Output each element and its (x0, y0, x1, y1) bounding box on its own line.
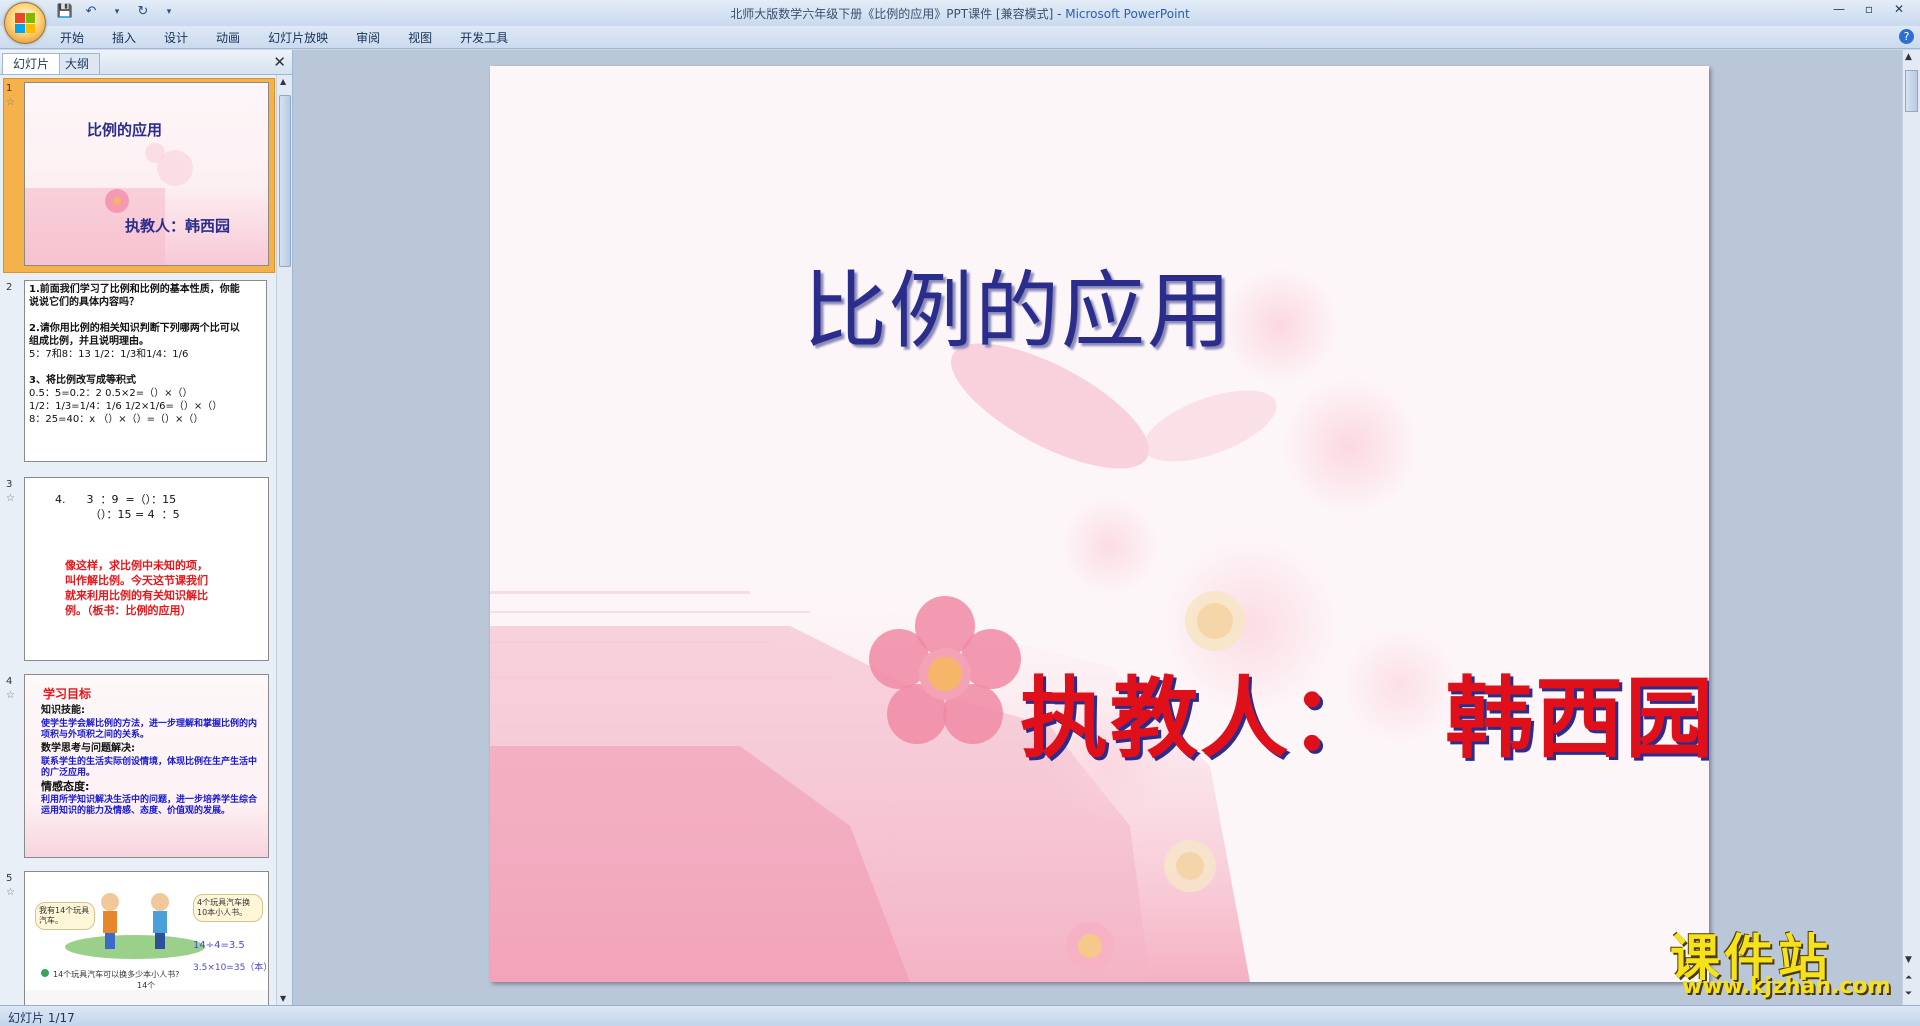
site-watermark: 课件站 www.kjzhan.com (1670, 918, 1900, 1004)
tab-home[interactable]: 开始 (60, 29, 84, 46)
thumb-4-heading: 学习目标 (43, 687, 92, 701)
pale-flower-2 (1164, 840, 1216, 892)
office-logo-icon (15, 13, 35, 33)
slide-number: 1 (6, 83, 13, 94)
thumbnail-canvas: 学习目标 知识技能: 使学生学会解比例的方法，进一步理解和掌握比例的内项积与外项… (24, 674, 269, 858)
thumbnail-list: 1 ☆ 比例的应用 执教人：韩西园 2 1.前面我们学习了比例和比例的基本性质，… (0, 75, 276, 1005)
thumb-2-line: 1/2：1/3=1/4：1/6 1/2×1/6=（）×（） (29, 401, 223, 412)
tab-animations[interactable]: 动画 (216, 29, 240, 46)
previous-slide-icon[interactable]: ⏶ (1905, 973, 1912, 983)
slide-scrollbar[interactable]: ▲ ▼ ⏶ ⏷ (1902, 50, 1920, 1005)
thumb-5-label: 14个 (137, 981, 156, 990)
thumb-3-red-line: 像这样，求比例中未知的项， (65, 559, 208, 572)
maximize-icon[interactable]: ▫ (1856, 2, 1882, 20)
thumb-4-section-heading: 情感态度: (41, 780, 90, 793)
tab-slides[interactable]: 幻灯片 (2, 53, 61, 74)
minimize-icon[interactable]: — (1826, 2, 1852, 20)
slide-counter: 幻灯片 1/17 (8, 1011, 75, 1025)
slide-editing-area: 比例的应用 执教人： 韩西园 (293, 50, 1903, 1005)
tab-outline[interactable]: 大纲 (54, 53, 101, 74)
thumb-5-equation-2: 3.5×10=35（本） (193, 963, 269, 973)
close-icon[interactable]: ✕ (1886, 2, 1912, 20)
thumb-4-section-text: 使学生学会解比例的方法，进一步理解和掌握比例的内项积与外项积之间的关系。 (41, 719, 258, 740)
transition-star-icon: ☆ (6, 97, 15, 108)
thumb-2-line (29, 361, 262, 374)
thumb-2-line: 组成比例，并且说明理由。 (29, 336, 149, 347)
thumb-3-red-line: 就来利用比例的有关知识解比 (65, 589, 208, 602)
status-bar: 幻灯片 1/17 (0, 1005, 1920, 1026)
thumbnail-canvas: 我有14个玩具汽车。 4个玩具汽车换10本小人书。 14÷4=3.5 3.5×1… (24, 871, 269, 1005)
thumb-4-section-text: 利用所学知识解决生活中的问题，进一步培养学生综合运用知识的能力及情感、态度、价值… (41, 795, 258, 816)
scrollbar-thumb[interactable] (279, 95, 291, 267)
slide-number: 3 (6, 479, 13, 490)
tab-design[interactable]: 设计 (164, 29, 188, 46)
pale-flower (1185, 591, 1245, 651)
ribbon-tab-list: 开始 插入 设计 动画 幻灯片放映 审阅 视图 开发工具 (60, 29, 508, 46)
pane-close-icon[interactable]: ✕ (273, 53, 286, 71)
bottom-flower (1066, 922, 1114, 970)
app-name: Microsoft PowerPoint (1065, 7, 1190, 21)
title-bar: 💾 ↶ ▾ ↻ ▾ 北师大版数学六年级下册《比例的应用》PPT课件 [兼容模式]… (0, 0, 1920, 26)
window-controls: — ▫ ✕ (1826, 2, 1912, 20)
thumb-2-line: 1.前面我们学习了比例和比例的基本性质，你能 (29, 284, 240, 295)
tab-slide-show[interactable]: 幻灯片放映 (268, 29, 328, 46)
thumb-5-question: 14个玩具汽车可以换多少本小人书? (53, 970, 180, 979)
transition-star-icon: ☆ (6, 493, 15, 504)
slide-number: 5 (6, 873, 13, 884)
thumb-4-section-heading: 知识技能: (41, 705, 85, 716)
slide-background-art (490, 266, 1460, 982)
thumb-1-title: 比例的应用 (87, 121, 163, 139)
slide-teacher[interactable]: 执教人： 韩西园 (1020, 648, 1709, 775)
office-button[interactable] (4, 2, 46, 44)
pane-scrollbar[interactable]: ▲ ▼ (276, 75, 292, 1005)
thumb-2-line: 说说它们的具体内容吗？ (29, 297, 139, 308)
thumb-2-line (29, 309, 262, 322)
tab-insert[interactable]: 插入 (112, 29, 136, 46)
transition-star-icon: ☆ (6, 690, 15, 701)
slide-title[interactable]: 比例的应用 (803, 244, 1233, 365)
thumbnail-canvas: 4. 3 ：9 =（）：15 （）：15 = 4 ：5 像这样，求比例中未知的项… (24, 477, 269, 661)
thumbnail-canvas: 比例的应用 执教人：韩西园 (24, 82, 269, 266)
ribbon-tabs: 开始 插入 设计 动画 幻灯片放映 审阅 视图 开发工具 ? (0, 26, 1920, 49)
next-slide-icon[interactable]: ⏷ (1905, 989, 1912, 999)
scroll-up-icon[interactable]: ▲ (1905, 52, 1912, 62)
thumb-4-body: 知识技能: 使学生学会解比例的方法，进一步理解和掌握比例的内项积与外项积之间的关… (41, 705, 261, 819)
slides-pane: 幻灯片 大纲 ✕ 1 ☆ 比例的应用 执教人：韩西园 2 1.前面我们学习了比例… (0, 50, 293, 1005)
thumb-5-equation-1: 14÷4=3.5 (193, 940, 245, 951)
thumb-3-line: 4. 3 ：9 =（）：15 (55, 493, 177, 506)
scroll-up-icon[interactable]: ▲ (280, 77, 286, 86)
tab-developer[interactable]: 开发工具 (460, 29, 508, 46)
thumb-4-section-heading: 数学思考与问题解决: (41, 743, 135, 754)
window-title: 北师大版数学六年级下册《比例的应用》PPT课件 [兼容模式] - Microso… (0, 5, 1920, 22)
thumb-3-red-text: 像这样，求比例中未知的项， 叫作解比例。今天这节课我们 就来利用比例的有关知识解… (65, 558, 208, 618)
thumb-2-line: 3、将比例改写成等积式 (29, 375, 136, 386)
thumb-5-bubble-left: 我有14个玩具汽车。 (35, 902, 95, 930)
slide-number: 2 (6, 282, 13, 293)
current-slide[interactable]: 比例的应用 执教人： 韩西园 (490, 66, 1709, 982)
watermark-url: www.kjzhan.com (1682, 974, 1891, 999)
pane-tabs: 幻灯片 大纲 ✕ (0, 50, 292, 75)
tab-review[interactable]: 审阅 (356, 29, 380, 46)
thumb-2-line: 0.5：5=0.2：2 0.5×2=（）×（） (29, 388, 193, 399)
thumb-1-teacher: 执教人：韩西园 (125, 217, 231, 235)
thumbnail-canvas: 1.前面我们学习了比例和比例的基本性质，你能 说说它们的具体内容吗？ 2.请你用… (24, 280, 267, 462)
slide-number: 4 (6, 676, 13, 687)
thumb-2-line: 5：7和8：13 1/2：1/3和1/4：1/6 (29, 349, 189, 360)
thumb-3-red-line: 例。（板书：比例的应用） (65, 604, 192, 617)
thumb-5-bubble-right: 4个玩具汽车换10本小人书。 (193, 894, 263, 922)
thumb-3-line: （）：15 = 4 ：5 (55, 508, 180, 521)
scroll-down-icon[interactable]: ▼ (1905, 955, 1912, 965)
thumb-2-line: 8：25=40：x （）×（）=（）×（） (29, 414, 204, 425)
thumb-3-red-line: 叫作解比例。今天这节课我们 (65, 574, 208, 587)
thumb-2-line: 2.请你用比例的相关知识判断下列哪两个比可以 (29, 323, 240, 334)
scrollbar-thumb[interactable] (1905, 70, 1918, 112)
scroll-down-icon[interactable]: ▼ (280, 994, 286, 1003)
transition-star-icon: ☆ (6, 887, 15, 898)
help-icon[interactable]: ? (1899, 29, 1914, 44)
document-title: 北师大版数学六年级下册《比例的应用》PPT课件 [兼容模式] - (730, 7, 1066, 21)
thumbnail-flower-decor (25, 143, 193, 265)
tab-view[interactable]: 视图 (408, 29, 432, 46)
thumb-4-section-text: 联系学生的生活实际创设情境，体现比例在生产生活中的广泛应用。 (41, 757, 258, 778)
